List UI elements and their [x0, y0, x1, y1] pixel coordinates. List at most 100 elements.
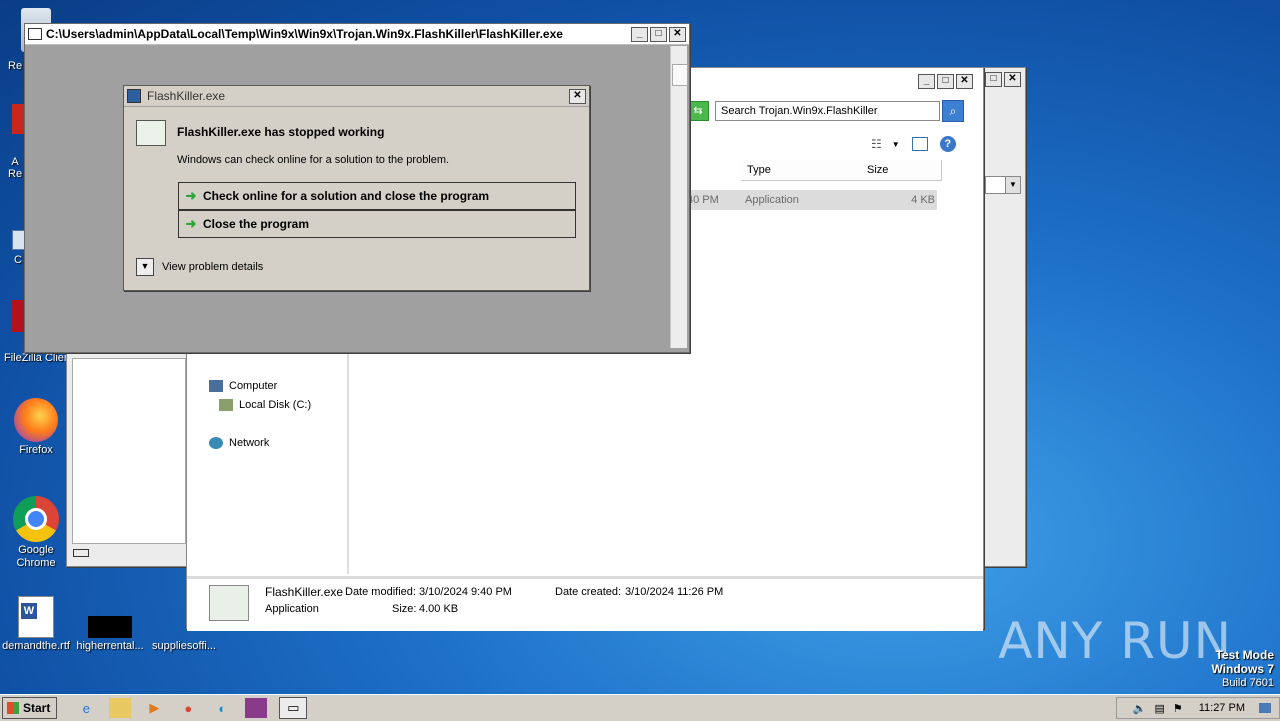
taskbar-explorer-icon[interactable]	[109, 698, 132, 718]
details-pane: FlashKiller.exe Application Date modifie…	[187, 576, 983, 631]
close-button[interactable]: ✕	[1004, 72, 1021, 87]
details-created-value: 3/10/2024 11:26 PM	[625, 586, 724, 598]
desktop-icon-label: higherrental...	[76, 640, 144, 652]
dialog-heading: FlashKiller.exe has stopped working	[177, 125, 385, 139]
app-icon	[127, 89, 141, 103]
preview-pane-icon[interactable]	[911, 137, 928, 151]
black-file-icon	[88, 616, 132, 638]
volume-icon[interactable]: 🔈	[1133, 702, 1147, 715]
show-desktop-icon[interactable]	[1259, 703, 1271, 713]
desktop-icon-chrome[interactable]: Google Chrome	[0, 496, 72, 570]
close-button[interactable]: ✕	[669, 26, 686, 42]
background-window-pane	[72, 358, 186, 544]
start-button[interactable]: Start	[2, 697, 58, 719]
green-arrow-icon: ➜	[185, 188, 197, 203]
desktop-icon-label: demandthe.rtf	[2, 640, 70, 652]
desktop-icon-black-file[interactable]: higherrental...	[74, 596, 146, 652]
chrome-icon	[13, 496, 59, 542]
start-label: Start	[23, 701, 51, 715]
details-modified-value: 3/10/2024 9:40 PM	[419, 586, 512, 598]
view-details-toggle[interactable]: ▼ View problem details	[136, 258, 263, 276]
clock[interactable]: 11:27 PM	[1199, 702, 1245, 714]
chevron-down-icon[interactable]: ▼	[136, 258, 154, 276]
nav-item-label: Local Disk (C:)	[239, 399, 312, 411]
maximize-button[interactable]: □	[985, 72, 1002, 87]
dialog-message: Windows can check online for a solution …	[177, 154, 450, 166]
file-date-modified: 40 PM	[687, 194, 719, 206]
maximize-button[interactable]: □	[937, 74, 954, 89]
system-tray: 🔈 ▤ ⚑ 11:27 PM	[1115, 697, 1280, 719]
desktop-icon-label: Google Chrome	[16, 544, 56, 569]
desktop-icon-label: C	[14, 254, 22, 266]
test-mode-notice: Test Mode Windows 7 Build 7601	[1211, 648, 1274, 690]
nav-item-network[interactable]: Network	[209, 437, 269, 449]
chevron-down-icon[interactable]: ▼	[892, 140, 900, 149]
windows-logo-icon	[7, 702, 19, 714]
close-program-button[interactable]: ➜ Close the program	[178, 210, 576, 238]
taskbar-console-icon[interactable]: ▭	[279, 697, 308, 719]
file-row[interactable]: 40 PM Application 4 KB	[687, 190, 937, 210]
dropdown-field[interactable]: ▼	[985, 176, 1021, 194]
desktop-icon-word-doc[interactable]: W demandthe.rtf	[0, 596, 72, 652]
desktop-icon-firefox[interactable]: Firefox	[0, 398, 72, 456]
search-icon[interactable]: ⌕	[942, 100, 964, 122]
test-mode-line: Test Mode	[1215, 648, 1274, 662]
program-icon	[136, 120, 166, 146]
keyboard-icon	[73, 548, 113, 560]
scroll-thumb[interactable]	[672, 64, 688, 86]
minimize-button[interactable]: _	[631, 26, 648, 42]
error-dialog[interactable]: FlashKiller.exe ✕ FlashKiller.exe has st…	[123, 85, 590, 291]
minimize-button[interactable]: _	[918, 74, 935, 89]
search-input[interactable]: Search Trojan.Win9x.FlashKiller	[715, 101, 940, 121]
desktop-icon-label: A Re	[8, 156, 23, 180]
close-button[interactable]: ✕	[956, 74, 973, 89]
check-online-label: Check online for a solution and close th…	[203, 189, 490, 203]
details-modified-label: Date modified:	[345, 586, 416, 598]
taskbar-winrar-icon[interactable]	[245, 698, 268, 718]
column-header-size[interactable]: Size	[861, 160, 942, 181]
desktop-icon-label: Firefox	[19, 444, 53, 456]
nav-item-local-disk[interactable]: Local Disk (C:)	[219, 399, 311, 411]
column-header-type[interactable]: Type	[741, 160, 862, 181]
desktop-icon-label: Re	[8, 60, 23, 72]
details-size-value: 4.00 KB	[419, 603, 459, 615]
details-file-name: FlashKiller.exe	[265, 585, 344, 599]
windows-version-line: Windows 7	[1211, 662, 1274, 676]
dialog-title: FlashKiller.exe	[147, 89, 226, 103]
taskbar-ie-icon[interactable]: e	[75, 698, 97, 718]
taskbar: Start e ▶ ● ◐ ▭ 🔈 ▤ ⚑ 11:27 PM	[0, 694, 1280, 721]
console-title: C:\Users\admin\AppData\Local\Temp\Win9x\…	[46, 27, 563, 41]
build-line: Build 7601	[1222, 677, 1274, 689]
console-titlebar[interactable]: C:\Users\admin\AppData\Local\Temp\Win9x\…	[25, 24, 689, 45]
desktop-icon-label: suppliesoffi...	[151, 640, 216, 652]
file-size: 4 KB	[911, 194, 935, 206]
nav-item-computer[interactable]: Computer	[209, 380, 277, 392]
nav-item-label: Network	[229, 437, 270, 449]
network-icon	[209, 437, 223, 449]
console-icon	[28, 28, 42, 40]
details-size-label: Size:	[392, 603, 417, 615]
green-arrow-icon: ➜	[185, 216, 197, 231]
dialog-titlebar[interactable]: FlashKiller.exe ✕	[124, 86, 589, 107]
view-details-label: View problem details	[162, 261, 264, 273]
view-controls: ☷ ▼ ?	[871, 136, 956, 152]
close-program-label: Close the program	[203, 217, 310, 231]
chevron-down-icon[interactable]: ▼	[1005, 177, 1020, 193]
navigation-pane: Computer Local Disk (C:) Network	[187, 338, 349, 574]
flag-icon[interactable]: ⚑	[1173, 702, 1183, 715]
check-online-button[interactable]: ➜ Check online for a solution and close …	[178, 182, 576, 210]
computer-icon	[209, 380, 223, 392]
disk-icon	[219, 399, 233, 411]
help-icon[interactable]: ?	[939, 136, 956, 152]
refresh-icon[interactable]: ⇆	[687, 101, 709, 121]
network-tray-icon[interactable]: ▤	[1154, 702, 1164, 715]
close-button[interactable]: ✕	[569, 88, 586, 104]
maximize-button[interactable]: □	[650, 26, 667, 42]
taskbar-media-player-icon[interactable]: ▶	[143, 698, 165, 718]
nav-item-label: Computer	[229, 380, 278, 392]
console-scrollbar[interactable]	[670, 46, 688, 348]
taskbar-chrome-icon[interactable]: ●	[177, 698, 199, 718]
taskbar-edge-icon[interactable]: ◐	[211, 698, 233, 718]
file-type: Application	[745, 194, 799, 206]
view-options-icon[interactable]: ☷	[871, 137, 882, 151]
